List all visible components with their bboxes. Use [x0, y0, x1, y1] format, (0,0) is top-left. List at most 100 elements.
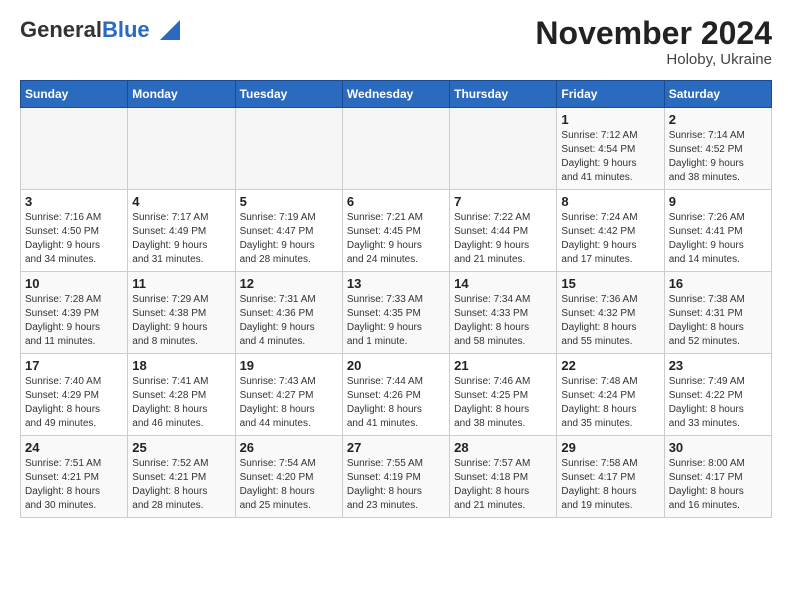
table-cell: 11 Sunrise: 7:29 AM Sunset: 4:38 PM Dayli…: [128, 272, 235, 354]
title-block: November 2024 Holoby, Ukraine: [535, 16, 772, 68]
logo-text: GeneralBlue: [20, 18, 150, 42]
day-number: 9: [669, 194, 767, 209]
day-number: 24: [25, 440, 123, 455]
header: GeneralBlue November 2024 Holoby, Ukrain…: [20, 16, 772, 68]
table-cell: 3 Sunrise: 7:16 AM Sunset: 4:50 PM Daylig…: [21, 190, 128, 272]
table-cell: [235, 108, 342, 190]
day-info: Sunrise: 7:26 AM Sunset: 4:41 PM Dayligh…: [669, 211, 767, 267]
day-number: 18: [132, 358, 230, 373]
calendar: Sunday Monday Tuesday Wednesday Thursday…: [20, 80, 772, 518]
table-cell: 27 Sunrise: 7:55 AM Sunset: 4:19 PM Dayli…: [342, 436, 449, 518]
day-info: Sunrise: 7:40 AM Sunset: 4:29 PM Dayligh…: [25, 375, 123, 431]
col-friday: Friday: [557, 81, 664, 108]
day-number: 25: [132, 440, 230, 455]
table-cell: 29 Sunrise: 7:58 AM Sunset: 4:17 PM Dayli…: [557, 436, 664, 518]
col-sunday: Sunday: [21, 81, 128, 108]
week-row-0: 1 Sunrise: 7:12 AM Sunset: 4:54 PM Daylig…: [21, 108, 772, 190]
day-number: 3: [25, 194, 123, 209]
table-cell: [128, 108, 235, 190]
table-cell: 4 Sunrise: 7:17 AM Sunset: 4:49 PM Daylig…: [128, 190, 235, 272]
table-cell: 21Sunrise: 7:46 AM Sunset: 4:25 PM Dayli…: [450, 354, 557, 436]
day-info: Sunrise: 7:17 AM Sunset: 4:49 PM Dayligh…: [132, 211, 230, 267]
day-info: Sunrise: 7:57 AM Sunset: 4:18 PM Dayligh…: [454, 457, 552, 513]
day-number: 30: [669, 440, 767, 455]
day-info: Sunrise: 7:46 AM Sunset: 4:25 PM Dayligh…: [454, 375, 552, 431]
table-cell: 22 Sunrise: 7:48 AM Sunset: 4:24 PM Dayli…: [557, 354, 664, 436]
day-info: Sunrise: 7:33 AM Sunset: 4:35 PM Dayligh…: [347, 293, 445, 349]
day-info: Sunrise: 7:38 AM Sunset: 4:31 PM Dayligh…: [669, 293, 767, 349]
table-cell: 16Sunrise: 7:38 AM Sunset: 4:31 PM Dayli…: [664, 272, 771, 354]
table-cell: 2 Sunrise: 7:14 AM Sunset: 4:52 PM Daylig…: [664, 108, 771, 190]
col-monday: Monday: [128, 81, 235, 108]
day-info: Sunrise: 8:00 AM Sunset: 4:17 PM Dayligh…: [669, 457, 767, 513]
table-cell: 1 Sunrise: 7:12 AM Sunset: 4:54 PM Daylig…: [557, 108, 664, 190]
day-number: 29: [561, 440, 659, 455]
location: Holoby, Ukraine: [535, 51, 772, 68]
table-cell: 13 Sunrise: 7:33 AM Sunset: 4:35 PM Dayli…: [342, 272, 449, 354]
day-number: 27: [347, 440, 445, 455]
day-info: Sunrise: 7:52 AM Sunset: 4:21 PM Dayligh…: [132, 457, 230, 513]
table-cell: 8Sunrise: 7:24 AM Sunset: 4:42 PM Daylig…: [557, 190, 664, 272]
week-row-4: 24 Sunrise: 7:51 AM Sunset: 4:21 PM Dayli…: [21, 436, 772, 518]
day-info: Sunrise: 7:43 AM Sunset: 4:27 PM Dayligh…: [240, 375, 338, 431]
day-info: Sunrise: 7:51 AM Sunset: 4:21 PM Dayligh…: [25, 457, 123, 513]
week-row-3: 17 Sunrise: 7:40 AM Sunset: 4:29 PM Dayli…: [21, 354, 772, 436]
day-info: Sunrise: 7:36 AM Sunset: 4:32 PM Dayligh…: [561, 293, 659, 349]
table-cell: 15 Sunrise: 7:36 AM Sunset: 4:32 PM Dayli…: [557, 272, 664, 354]
day-number: 12: [240, 276, 338, 291]
day-info: Sunrise: 7:58 AM Sunset: 4:17 PM Dayligh…: [561, 457, 659, 513]
day-info: Sunrise: 7:55 AM Sunset: 4:19 PM Dayligh…: [347, 457, 445, 513]
table-cell: 24 Sunrise: 7:51 AM Sunset: 4:21 PM Dayli…: [21, 436, 128, 518]
table-cell: 19Sunrise: 7:43 AM Sunset: 4:27 PM Dayli…: [235, 354, 342, 436]
table-cell: 30 Sunrise: 8:00 AM Sunset: 4:17 PM Dayli…: [664, 436, 771, 518]
day-info: Sunrise: 7:22 AM Sunset: 4:44 PM Dayligh…: [454, 211, 552, 267]
day-number: 7: [454, 194, 552, 209]
day-info: Sunrise: 7:54 AM Sunset: 4:20 PM Dayligh…: [240, 457, 338, 513]
logo: GeneralBlue: [20, 16, 180, 44]
table-cell: [21, 108, 128, 190]
day-info: Sunrise: 7:19 AM Sunset: 4:47 PM Dayligh…: [240, 211, 338, 267]
day-number: 23: [669, 358, 767, 373]
day-number: 4: [132, 194, 230, 209]
day-number: 1: [561, 112, 659, 127]
day-number: 22: [561, 358, 659, 373]
table-cell: 5 Sunrise: 7:19 AM Sunset: 4:47 PM Daylig…: [235, 190, 342, 272]
table-cell: 20Sunrise: 7:44 AM Sunset: 4:26 PM Dayli…: [342, 354, 449, 436]
table-cell: [450, 108, 557, 190]
day-info: Sunrise: 7:41 AM Sunset: 4:28 PM Dayligh…: [132, 375, 230, 431]
col-tuesday: Tuesday: [235, 81, 342, 108]
week-row-2: 10 Sunrise: 7:28 AM Sunset: 4:39 PM Dayli…: [21, 272, 772, 354]
day-number: 15: [561, 276, 659, 291]
day-info: Sunrise: 7:31 AM Sunset: 4:36 PM Dayligh…: [240, 293, 338, 349]
week-row-1: 3 Sunrise: 7:16 AM Sunset: 4:50 PM Daylig…: [21, 190, 772, 272]
table-cell: 6Sunrise: 7:21 AM Sunset: 4:45 PM Daylig…: [342, 190, 449, 272]
table-cell: 26 Sunrise: 7:54 AM Sunset: 4:20 PM Dayli…: [235, 436, 342, 518]
table-cell: 14Sunrise: 7:34 AM Sunset: 4:33 PM Dayli…: [450, 272, 557, 354]
day-number: 13: [347, 276, 445, 291]
logo-general: General: [20, 17, 102, 42]
day-info: Sunrise: 7:48 AM Sunset: 4:24 PM Dayligh…: [561, 375, 659, 431]
table-cell: 12 Sunrise: 7:31 AM Sunset: 4:36 PM Dayli…: [235, 272, 342, 354]
logo-blue: Blue: [102, 17, 150, 42]
day-number: 2: [669, 112, 767, 127]
day-number: 10: [25, 276, 123, 291]
day-number: 26: [240, 440, 338, 455]
day-info: Sunrise: 7:49 AM Sunset: 4:22 PM Dayligh…: [669, 375, 767, 431]
day-number: 11: [132, 276, 230, 291]
day-info: Sunrise: 7:29 AM Sunset: 4:38 PM Dayligh…: [132, 293, 230, 349]
page: GeneralBlue November 2024 Holoby, Ukrain…: [0, 0, 792, 528]
day-number: 6: [347, 194, 445, 209]
table-cell: 9 Sunrise: 7:26 AM Sunset: 4:41 PM Daylig…: [664, 190, 771, 272]
logo-icon: [152, 16, 180, 44]
day-info: Sunrise: 7:28 AM Sunset: 4:39 PM Dayligh…: [25, 293, 123, 349]
day-info: Sunrise: 7:14 AM Sunset: 4:52 PM Dayligh…: [669, 129, 767, 185]
day-number: 8: [561, 194, 659, 209]
table-cell: [342, 108, 449, 190]
table-cell: 25 Sunrise: 7:52 AM Sunset: 4:21 PM Dayli…: [128, 436, 235, 518]
col-saturday: Saturday: [664, 81, 771, 108]
day-info: Sunrise: 7:16 AM Sunset: 4:50 PM Dayligh…: [25, 211, 123, 267]
day-info: Sunrise: 7:34 AM Sunset: 4:33 PM Dayligh…: [454, 293, 552, 349]
day-info: Sunrise: 7:12 AM Sunset: 4:54 PM Dayligh…: [561, 129, 659, 185]
day-number: 5: [240, 194, 338, 209]
day-number: 17: [25, 358, 123, 373]
